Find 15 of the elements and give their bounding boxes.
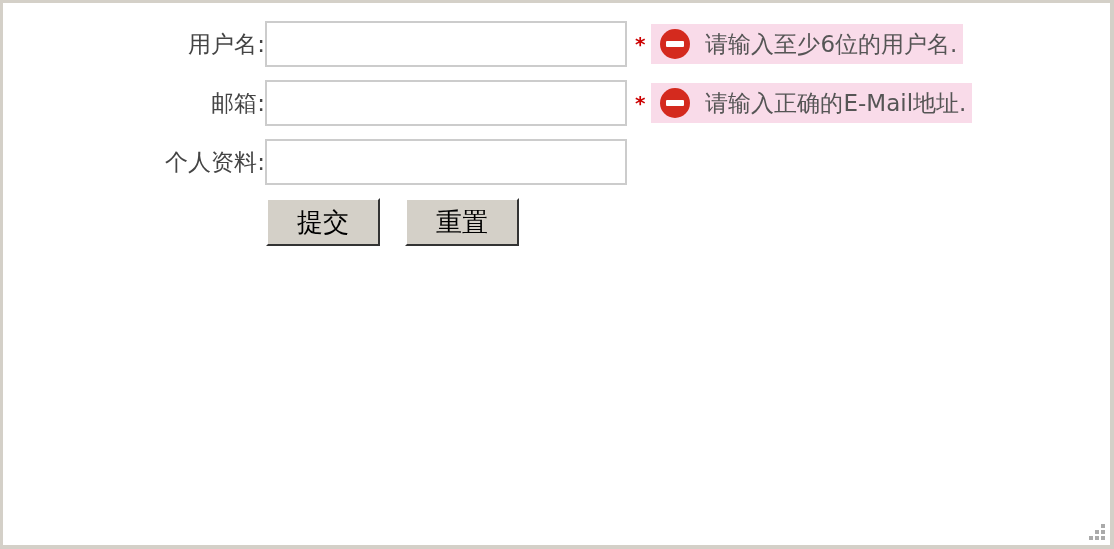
- error-text: 请输入正确的E-Mail地址.: [705, 88, 967, 118]
- field-label: 用户名:: [187, 29, 265, 59]
- field-label: 邮箱:: [210, 88, 265, 118]
- input-field[interactable]: [265, 21, 627, 67]
- form-button[interactable]: 提交: [266, 198, 380, 246]
- form-button[interactable]: 重置: [405, 198, 519, 246]
- error-icon: [659, 87, 692, 119]
- error-text: 请输入至少6位的用户名.: [705, 29, 958, 59]
- required-mark: *: [635, 32, 646, 56]
- error-icon: [659, 28, 692, 60]
- required-mark: *: [635, 91, 646, 115]
- resize-grip-icon: [1088, 523, 1106, 541]
- input-field[interactable]: [265, 80, 627, 126]
- field-label: 个人资料:: [164, 147, 265, 177]
- input-field[interactable]: [265, 139, 627, 185]
